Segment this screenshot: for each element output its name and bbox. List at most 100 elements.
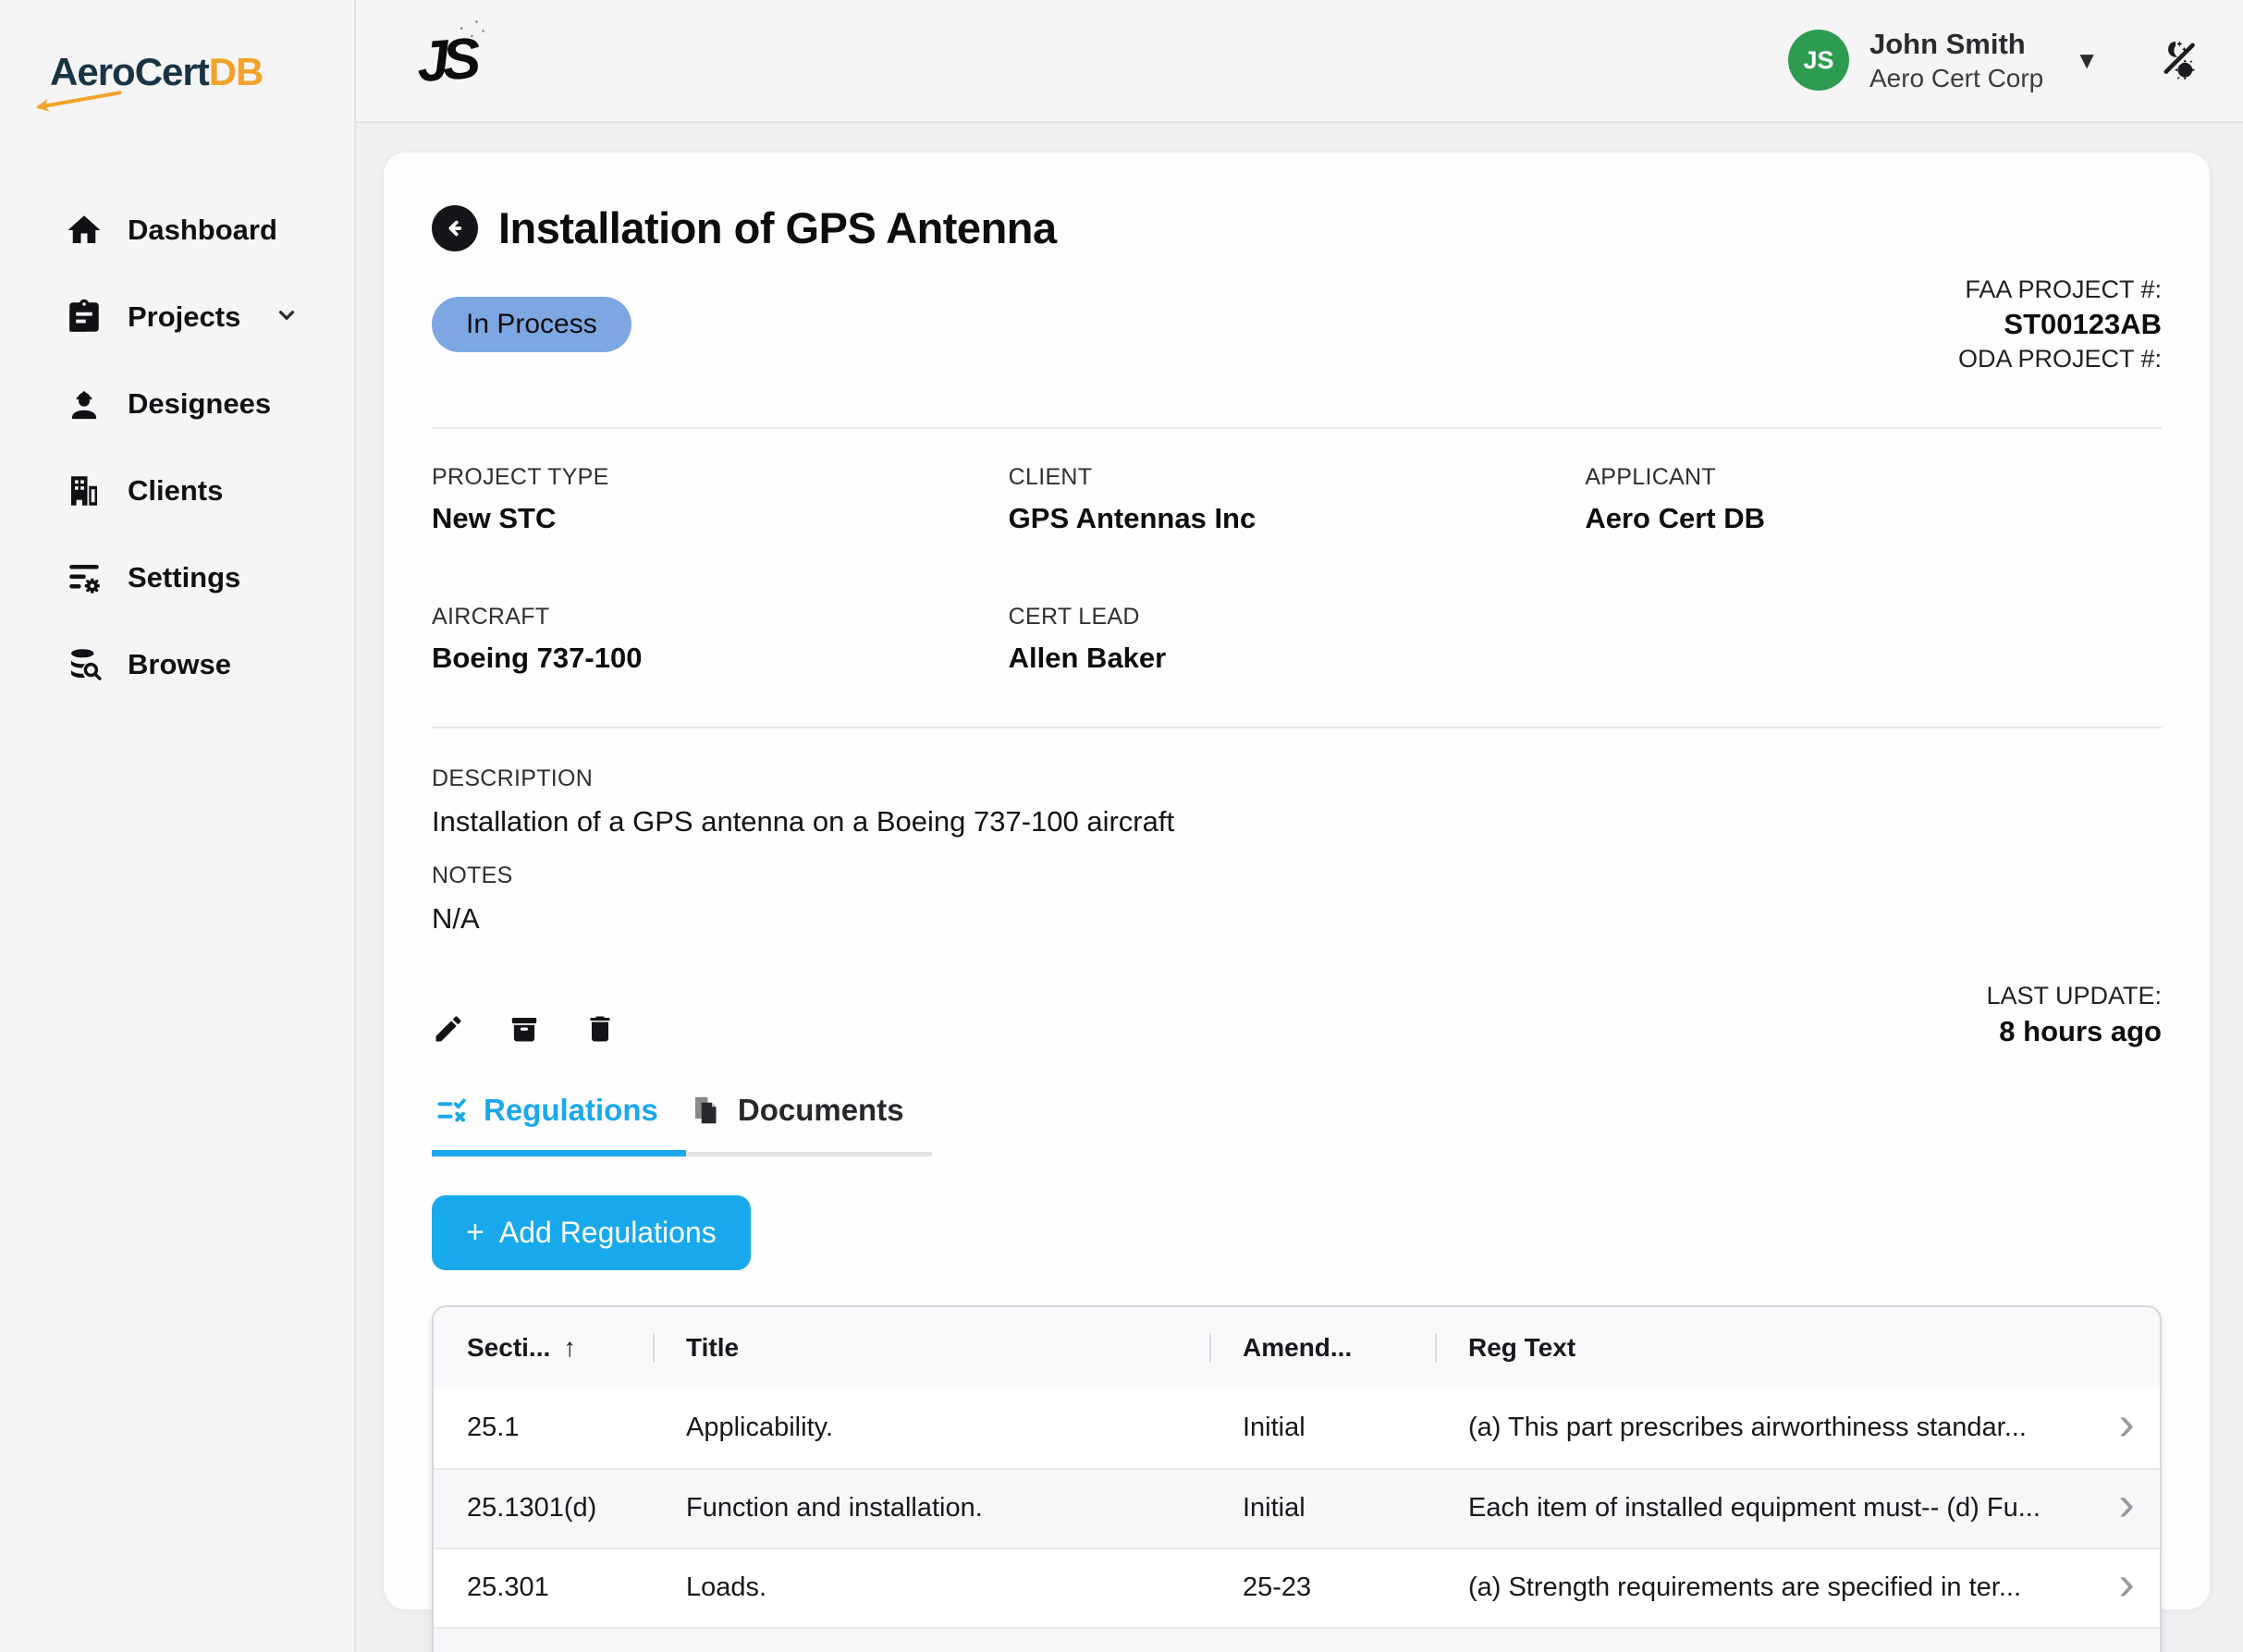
column-header-section[interactable]: Secti...↑ xyxy=(434,1333,653,1363)
topbar-right: JS John Smith Aero Cert Corp ▼ xyxy=(1788,28,2225,94)
sidebar: AeroCertDB Dashboard Projects xyxy=(0,0,356,1652)
user-menu-caret-icon[interactable]: ▼ xyxy=(2075,46,2099,75)
field-client: CLIENT GPS Antennas Inc xyxy=(1009,464,1586,535)
field-label: CERT LEAD xyxy=(1009,604,1586,630)
status-badge: In Process xyxy=(432,297,631,352)
chevron-right-icon[interactable]: › xyxy=(2093,1584,2160,1593)
plus-icon: + xyxy=(466,1215,484,1251)
field-label: CLIENT xyxy=(1009,464,1586,491)
chevron-right-icon[interactable]: › xyxy=(2093,1424,2160,1433)
description-label: DESCRIPTION xyxy=(432,765,2162,792)
cell-title: Function and installation. xyxy=(653,1493,1209,1524)
tab-label: Documents xyxy=(738,1093,904,1128)
topbar: JS JS John Smith Aero Cert Corp ▼ xyxy=(356,0,2243,123)
field-applicant: APPLICANT Aero Cert DB xyxy=(1585,464,2162,535)
field-label: APPLICANT xyxy=(1585,464,2162,491)
sidebar-item-projects[interactable]: Projects xyxy=(0,274,354,361)
tab-label: Regulations xyxy=(484,1093,658,1128)
archive-icon xyxy=(508,1012,541,1046)
add-regulations-label: Add Regulations xyxy=(499,1216,717,1250)
field-aircraft: AIRCRAFT Boeing 737-100 xyxy=(432,604,1009,675)
building-icon xyxy=(65,471,104,510)
add-regulations-button[interactable]: + Add Regulations xyxy=(432,1195,751,1270)
database-search-icon xyxy=(65,645,104,684)
divider xyxy=(432,727,2162,728)
description-text: Installation of a GPS antenna on a Boein… xyxy=(432,805,2162,838)
worker-icon xyxy=(65,385,104,423)
sidebar-item-clients[interactable]: Clients xyxy=(0,447,354,534)
column-header-title[interactable]: Title xyxy=(653,1333,1209,1363)
cell-section: 25.1301(d) xyxy=(434,1493,653,1524)
tab-documents[interactable]: Documents xyxy=(686,1093,932,1156)
sidebar-item-label: Browse xyxy=(128,648,231,681)
logo-airplane-swoosh-icon xyxy=(37,91,121,109)
project-numbers: FAA PROJECT #: ST00123AB ODA PROJECT #: xyxy=(1958,274,2162,375)
table-header-row: Secti...↑ Title Amend... Reg Text xyxy=(434,1307,2160,1389)
sidebar-item-designees[interactable]: Designees xyxy=(0,361,354,447)
avatar[interactable]: JS xyxy=(1788,30,1849,91)
project-card: Installation of GPS Antenna In Process F… xyxy=(384,153,2210,1609)
cell-title: Applicability. xyxy=(653,1413,1209,1443)
tab-bar: Regulations Documents xyxy=(432,1093,932,1156)
sidebar-item-settings[interactable]: Settings xyxy=(0,534,354,621)
last-update-label: LAST UPDATE: xyxy=(1986,980,2162,1012)
chevron-down-icon[interactable] xyxy=(275,303,299,332)
settings-list-gear-icon xyxy=(65,558,104,597)
table-row[interactable]: 25.301 Loads. 25-23 (a) Strength require… xyxy=(434,1548,2160,1627)
tab-regulations[interactable]: Regulations xyxy=(432,1093,686,1156)
cell-amendment: Initial xyxy=(1209,1413,1435,1443)
description-block: DESCRIPTION Installation of a GPS antenn… xyxy=(432,765,2162,838)
faa-project-label: FAA PROJECT #: xyxy=(1958,274,2162,306)
cell-section: 25.1 xyxy=(434,1413,653,1443)
delete-button[interactable] xyxy=(583,1012,617,1050)
cell-amendment: Initial xyxy=(1209,1493,1435,1524)
documents-icon xyxy=(690,1094,723,1127)
regulations-table: Secti...↑ Title Amend... Reg Text 25.1 A… xyxy=(432,1305,2162,1652)
sidebar-nav: Dashboard Projects xyxy=(0,187,354,708)
cell-amendment: 25-23 xyxy=(1209,1572,1435,1603)
sidebar-item-dashboard[interactable]: Dashboard xyxy=(0,187,354,274)
home-icon xyxy=(65,211,104,250)
sidebar-item-label: Clients xyxy=(128,474,223,508)
field-label: AIRCRAFT xyxy=(432,604,1009,630)
field-cert-lead: CERT LEAD Allen Baker xyxy=(1009,604,1586,675)
main-area: JS JS John Smith Aero Cert Corp ▼ xyxy=(356,0,2243,1652)
trash-icon xyxy=(583,1012,617,1046)
table-row[interactable]: 25.1 Applicability. Initial (a) This par… xyxy=(434,1389,2160,1468)
table-row[interactable]: 25.303 Factor of safety. 25-23 Unless ot… xyxy=(434,1627,2160,1652)
field-value: Allen Baker xyxy=(1009,642,1586,675)
edit-button[interactable] xyxy=(432,1012,465,1050)
column-header-reg-text[interactable]: Reg Text xyxy=(1435,1333,2093,1363)
table-row[interactable]: 25.1301(d) Function and installation. In… xyxy=(434,1468,2160,1548)
last-update-value: 8 hours ago xyxy=(1986,1013,2162,1050)
pencil-icon xyxy=(432,1012,465,1046)
field-value: Boeing 737-100 xyxy=(432,642,1009,675)
sidebar-item-label: Designees xyxy=(128,387,271,421)
field-project-type: PROJECT TYPE New STC xyxy=(432,464,1009,535)
cell-reg-text: Each item of installed equipment must-- … xyxy=(1435,1493,2093,1524)
theme-toggle-icon[interactable] xyxy=(2158,37,2200,84)
back-arrow-icon xyxy=(442,215,468,241)
sort-ascending-icon: ↑ xyxy=(563,1333,576,1362)
app-logo: AeroCertDB xyxy=(0,50,354,94)
field-value: New STC xyxy=(432,502,1009,535)
column-header-amendment[interactable]: Amend... xyxy=(1209,1333,1435,1363)
workspace-js-logo: JS xyxy=(415,26,477,95)
divider xyxy=(432,427,2162,429)
oda-project-label: ODA PROJECT #: xyxy=(1958,343,2162,375)
user-name: John Smith xyxy=(1869,28,2043,61)
notes-block: NOTES N/A xyxy=(432,863,2162,936)
archive-button[interactable] xyxy=(508,1012,541,1050)
chevron-right-icon[interactable]: › xyxy=(2093,1504,2160,1513)
notes-text: N/A xyxy=(432,902,2162,936)
cell-title: Loads. xyxy=(653,1572,1209,1603)
app-root: AeroCertDB Dashboard Projects xyxy=(0,0,2243,1652)
project-details-grid: PROJECT TYPE New STC CLIENT GPS Antennas… xyxy=(432,464,2162,675)
user-company: Aero Cert Corp xyxy=(1869,64,2043,93)
cell-reg-text: (a) Strength requirements are specified … xyxy=(1435,1572,2093,1603)
sidebar-item-browse[interactable]: Browse xyxy=(0,621,354,708)
clipboard-icon xyxy=(65,298,104,337)
back-button[interactable] xyxy=(432,205,478,251)
field-label: PROJECT TYPE xyxy=(432,464,1009,491)
content-area: Installation of GPS Antenna In Process F… xyxy=(356,123,2243,1652)
